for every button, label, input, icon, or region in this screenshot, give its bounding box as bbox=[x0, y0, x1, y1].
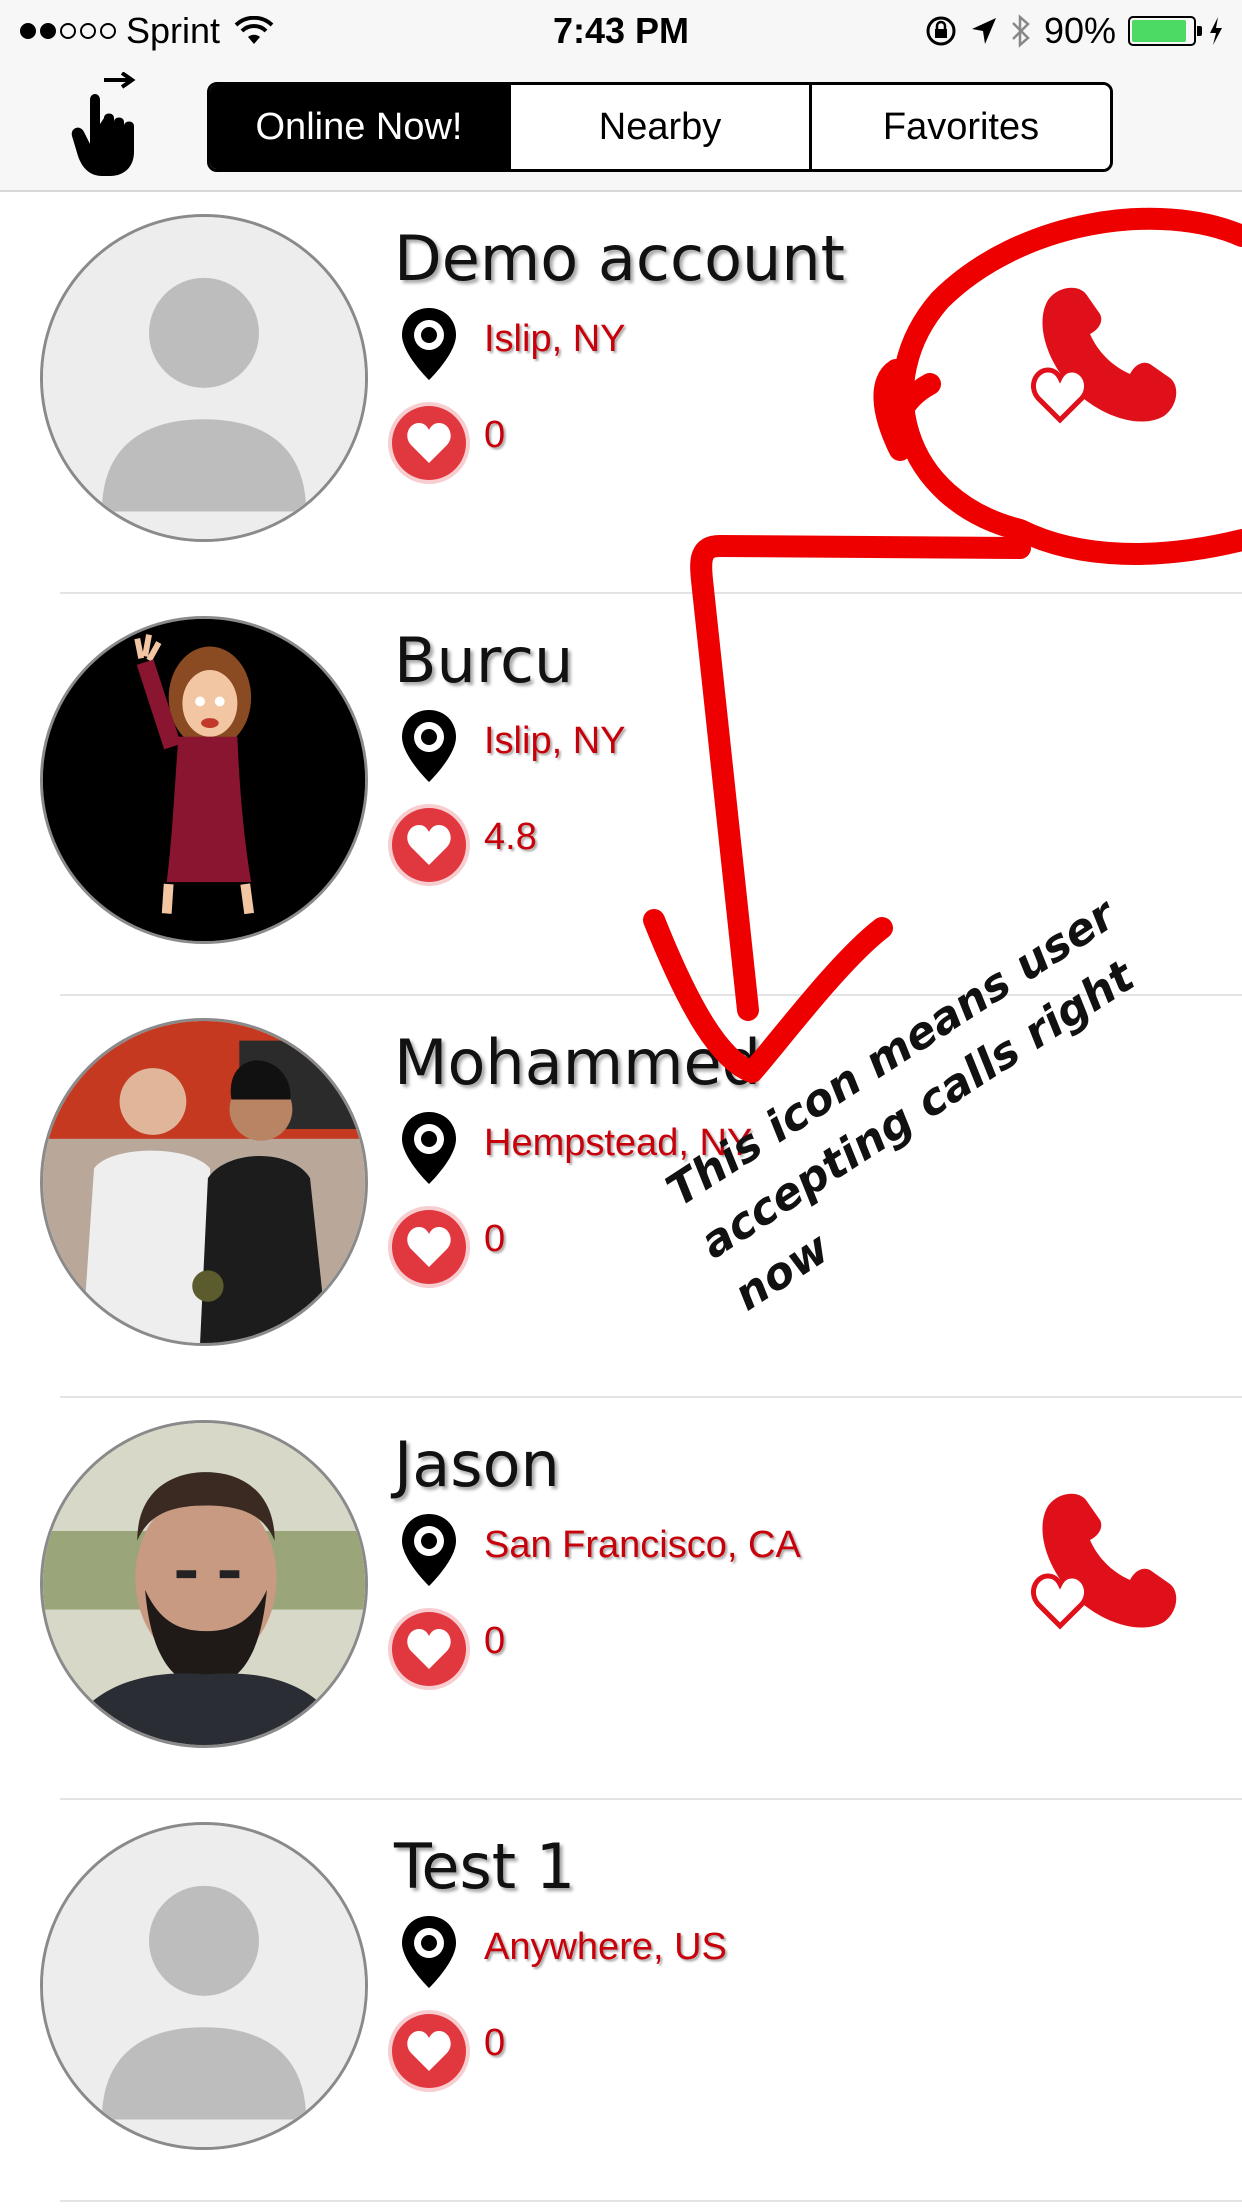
bluetooth-icon bbox=[1012, 14, 1030, 48]
heart-rating-icon bbox=[392, 1210, 466, 1284]
tab-online-now[interactable]: Online Now! bbox=[210, 85, 511, 169]
user-row-jason[interactable]: Jason San Francisco, CA 0 bbox=[0, 1398, 1242, 1800]
avatar-bitmoji bbox=[40, 616, 368, 944]
user-location: Anywhere, US bbox=[484, 1926, 727, 1968]
accepting-calls-icon[interactable] bbox=[1030, 1486, 1180, 1636]
heart-rating-icon bbox=[392, 1612, 466, 1686]
row-divider bbox=[60, 2200, 1242, 2202]
user-rating: 4.8 bbox=[484, 816, 537, 858]
status-right: 90% bbox=[924, 8, 1224, 54]
charging-icon bbox=[1210, 17, 1222, 45]
battery-percent: 90% bbox=[1043, 10, 1116, 51]
user-name: Jason bbox=[394, 1428, 560, 1501]
user-location: Islip, NY bbox=[484, 720, 626, 762]
location-pin-icon bbox=[402, 308, 456, 380]
tab-segmented-control: Online Now! Nearby Favorites bbox=[207, 82, 1113, 172]
location-pin-icon bbox=[402, 1916, 456, 1988]
tab-favorites[interactable]: Favorites bbox=[812, 85, 1110, 169]
status-bar: Sprint 7:43 PM 90% bbox=[0, 0, 1242, 62]
user-location: Islip, NY bbox=[484, 318, 626, 360]
location-pin-icon bbox=[402, 1514, 456, 1586]
avatar-photo bbox=[40, 1018, 368, 1346]
user-name: Mohammed bbox=[394, 1026, 762, 1099]
rotation-lock-icon bbox=[926, 16, 956, 46]
app-screen: Sprint 7:43 PM 90% Online Now! Nearby Fa… bbox=[0, 0, 1242, 2208]
user-name: Demo account bbox=[394, 222, 845, 295]
avatar-placeholder bbox=[40, 214, 368, 542]
location-pin-icon bbox=[402, 1112, 456, 1184]
avatar-photo bbox=[40, 1420, 368, 1748]
location-pin-icon bbox=[402, 710, 456, 782]
battery-level bbox=[1132, 20, 1186, 42]
tab-nearby[interactable]: Nearby bbox=[511, 85, 812, 169]
user-row-demo-account[interactable]: Demo account Islip, NY 0 bbox=[0, 192, 1242, 594]
heart-rating-icon bbox=[392, 406, 466, 480]
heart-rating-icon bbox=[392, 2014, 466, 2088]
battery-icon bbox=[1128, 16, 1202, 46]
user-rating: 0 bbox=[484, 2022, 506, 2064]
location-arrow-icon bbox=[971, 18, 996, 44]
heart-rating-icon bbox=[392, 808, 466, 882]
swipe-hand-icon[interactable] bbox=[70, 72, 150, 182]
user-rating: 0 bbox=[484, 414, 506, 456]
user-rating: 0 bbox=[484, 1218, 506, 1260]
nav-bar: Online Now! Nearby Favorites bbox=[0, 62, 1242, 192]
user-name: Burcu bbox=[394, 624, 574, 697]
user-rating: 0 bbox=[484, 1620, 506, 1662]
user-name: Test 1 bbox=[394, 1830, 576, 1903]
user-row-test-1[interactable]: Test 1 Anywhere, US 0 bbox=[0, 1800, 1242, 2202]
accepting-calls-icon[interactable] bbox=[1030, 280, 1180, 430]
avatar-placeholder bbox=[40, 1822, 368, 2150]
user-location: San Francisco, CA bbox=[484, 1524, 801, 1566]
